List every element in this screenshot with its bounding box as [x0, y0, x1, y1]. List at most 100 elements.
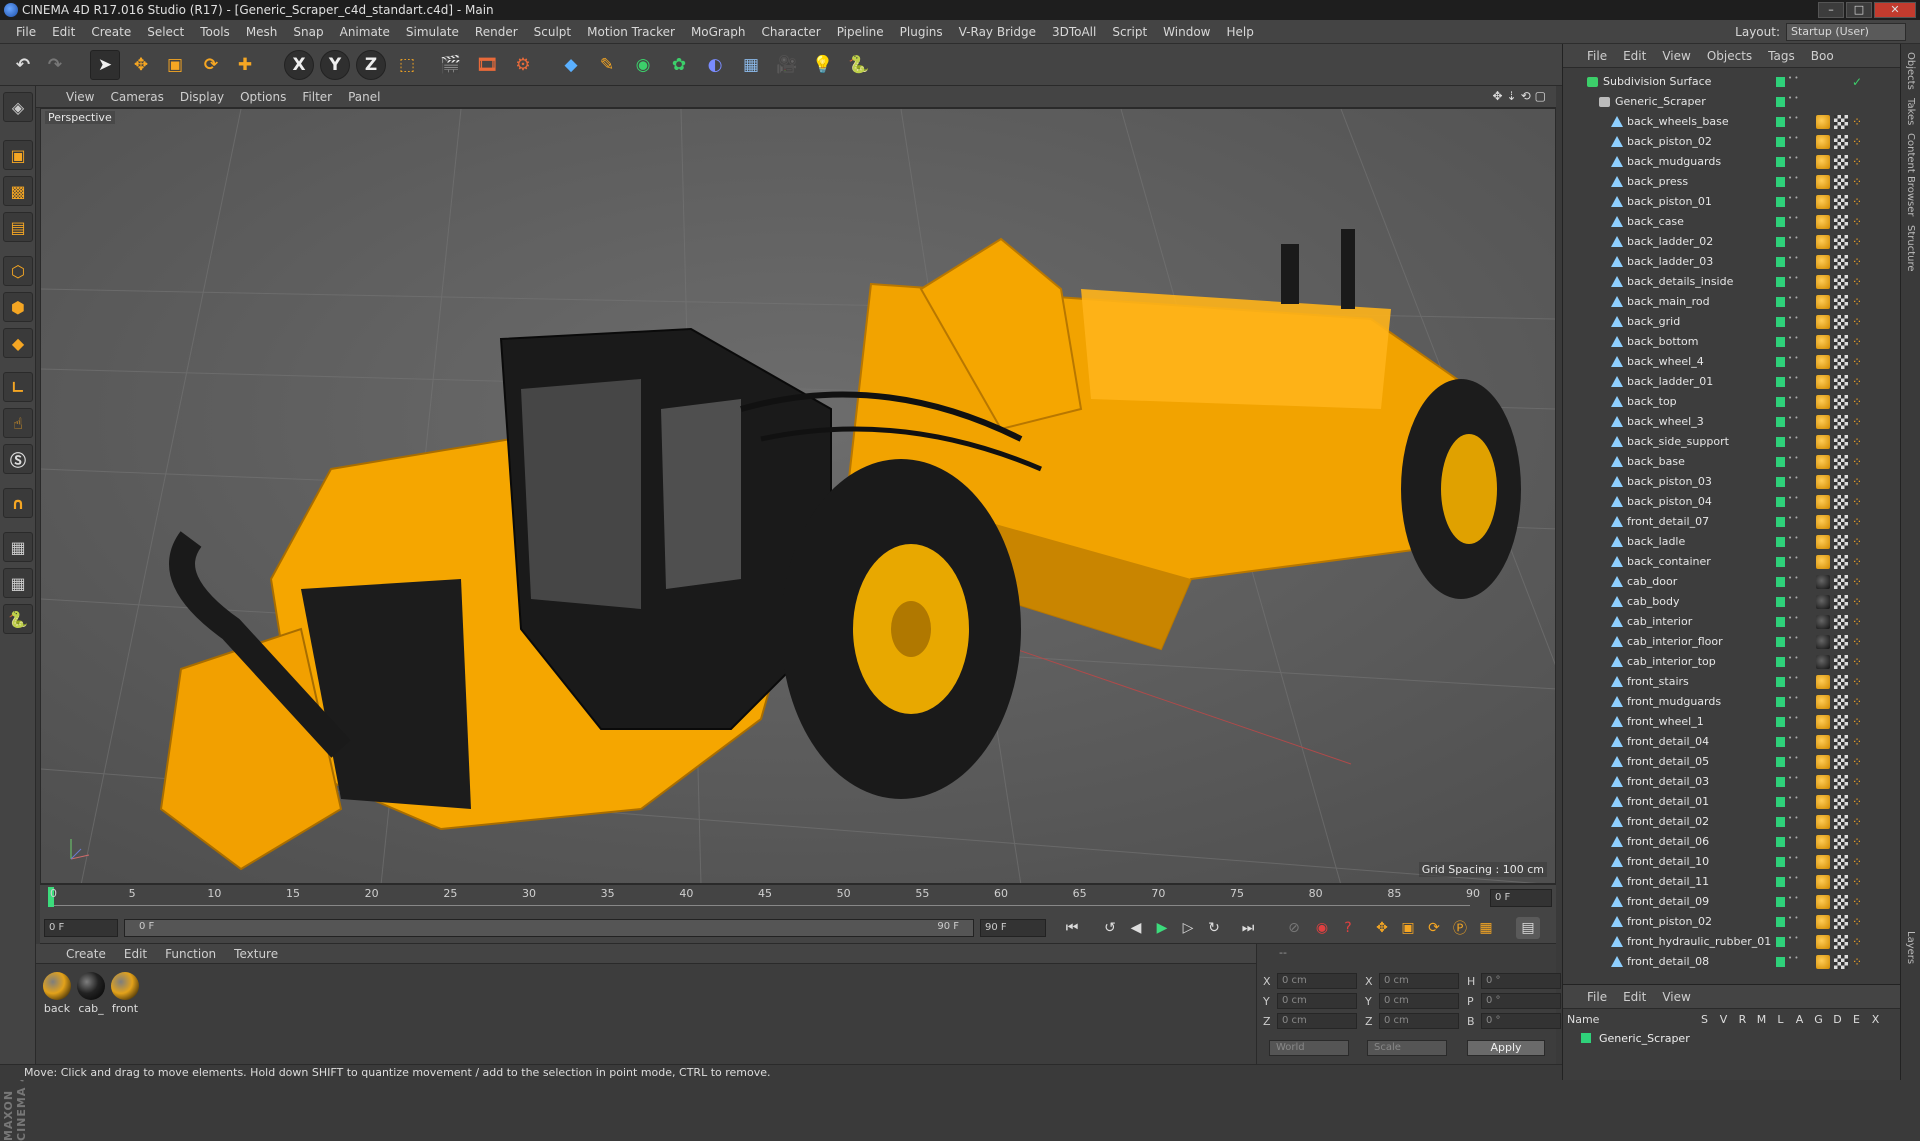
material-tag-icon[interactable]	[1816, 375, 1830, 389]
visibility-toggle-icon[interactable]: • •	[1788, 695, 1798, 702]
material-tag-icon[interactable]	[1816, 555, 1830, 569]
visibility-toggle-icon[interactable]: • •	[1788, 395, 1798, 402]
visibility-toggle-icon[interactable]: • •	[1788, 455, 1798, 462]
object-menu-tags[interactable]: Tags	[1768, 49, 1795, 63]
layer-column-v[interactable]: V	[1714, 1013, 1733, 1026]
object-row[interactable]: front_mudguards • • ⁘	[1563, 692, 1901, 712]
visibility-toggle-icon[interactable]: • •	[1788, 935, 1798, 942]
material-tag-icon[interactable]	[1816, 795, 1830, 809]
phong-tag-icon[interactable]: ⁘	[1852, 495, 1866, 509]
close-button[interactable]: ✕	[1874, 2, 1916, 18]
perspective-viewport[interactable]: Perspective Grid Spacing: 100 cm	[40, 108, 1556, 884]
material-tag-icon[interactable]	[1816, 155, 1830, 169]
material-tag-icon[interactable]	[1816, 735, 1830, 749]
layer-color-swatch[interactable]	[1776, 637, 1785, 647]
uvw-tag-icon[interactable]	[1834, 675, 1848, 689]
enabled-check-icon[interactable]: ✓	[1852, 75, 1866, 89]
visibility-toggle-icon[interactable]: • •	[1788, 295, 1798, 302]
menu-create[interactable]: Create	[83, 25, 139, 39]
object-row[interactable]: front_detail_02 • • ⁘	[1563, 812, 1901, 832]
layer-color-swatch[interactable]	[1776, 717, 1785, 727]
phong-tag-icon[interactable]: ⁘	[1852, 395, 1866, 409]
material-tag-icon[interactable]	[1816, 955, 1830, 969]
select-arrow-icon[interactable]: ➤	[90, 50, 120, 80]
axis-mode-icon[interactable]: ∟	[3, 372, 33, 402]
visibility-toggle-icon[interactable]: • •	[1788, 815, 1798, 822]
timeline-ruler[interactable]: 0 F 0 5 10 15 20 25 30 35 40 45 50 55 60 65 70 75 80 85 90	[40, 884, 1556, 910]
phong-tag-icon[interactable]: ⁘	[1852, 535, 1866, 549]
visibility-toggle-icon[interactable]: • •	[1788, 655, 1798, 662]
menu-script[interactable]: Script	[1104, 25, 1155, 39]
material-tag-icon[interactable]	[1816, 295, 1830, 309]
z-axis-icon[interactable]: Z	[356, 50, 386, 80]
visibility-toggle-icon[interactable]: • •	[1788, 255, 1798, 262]
layer-color-swatch[interactable]	[1776, 257, 1785, 267]
coordinate-system-icon[interactable]: ⬚	[392, 50, 422, 80]
material-menu-create[interactable]: Create	[66, 947, 106, 961]
object-row[interactable]: back_piston_01 • • ⁘	[1563, 192, 1901, 212]
phong-tag-icon[interactable]: ⁘	[1852, 435, 1866, 449]
material-tag-icon[interactable]	[1816, 915, 1830, 929]
phong-tag-icon[interactable]: ⁘	[1852, 475, 1866, 489]
object-row[interactable]: cab_body • • ⁘	[1563, 592, 1901, 612]
visibility-toggle-icon[interactable]: • •	[1788, 575, 1798, 582]
uvw-tag-icon[interactable]	[1834, 915, 1848, 929]
uvw-tag-icon[interactable]	[1834, 135, 1848, 149]
material-tag-icon[interactable]	[1816, 315, 1830, 329]
object-row[interactable]: back_wheels_base • • ⁘	[1563, 112, 1901, 132]
phong-tag-icon[interactable]: ⁘	[1852, 455, 1866, 469]
uvw-tag-icon[interactable]	[1834, 895, 1848, 909]
minimize-button[interactable]: –	[1818, 2, 1844, 18]
phong-tag-icon[interactable]: ⁘	[1852, 875, 1866, 889]
visibility-toggle-icon[interactable]: • •	[1788, 715, 1798, 722]
python-icon[interactable]: 🐍	[844, 50, 874, 80]
uvw-tag-icon[interactable]	[1834, 235, 1848, 249]
viewport-menu-cameras[interactable]: Cameras	[110, 90, 173, 104]
material-tag-icon[interactable]	[1816, 935, 1830, 949]
object-row-root[interactable]: Subdivision Surface • • ✓	[1563, 72, 1901, 92]
uvw-tag-icon[interactable]	[1834, 435, 1848, 449]
apply-button[interactable]: Apply	[1467, 1040, 1545, 1056]
material-tag-icon[interactable]	[1816, 715, 1830, 729]
side-tab-structure[interactable]: Structure	[1905, 225, 1916, 272]
material-tag-icon[interactable]	[1816, 815, 1830, 829]
layer-column-l[interactable]: L	[1771, 1013, 1790, 1026]
workplane-lock-icon[interactable]: ▦	[3, 532, 33, 562]
visibility-toggle-icon[interactable]: • •	[1788, 495, 1798, 502]
phong-tag-icon[interactable]: ⁘	[1852, 915, 1866, 929]
polygons-mode-icon[interactable]: ◆	[3, 328, 33, 358]
menu-edit[interactable]: Edit	[44, 25, 83, 39]
material-tag-icon[interactable]	[1816, 875, 1830, 889]
material-tag-icon[interactable]	[1816, 695, 1830, 709]
object-row[interactable]: front_detail_08 • • ⁘	[1563, 952, 1901, 972]
coord-mode-dropdown[interactable]: Scale	[1367, 1040, 1447, 1056]
layer-color-swatch[interactable]	[1776, 577, 1785, 587]
coord-value-field[interactable]: 0 cm	[1277, 973, 1357, 989]
material-menu-texture[interactable]: Texture	[234, 947, 278, 961]
menu-plugins[interactable]: Plugins	[892, 25, 951, 39]
phong-tag-icon[interactable]: ⁘	[1852, 695, 1866, 709]
uvw-tag-icon[interactable]	[1834, 635, 1848, 649]
deformer-icon[interactable]: ◐	[700, 50, 730, 80]
go-to-end-icon[interactable]: ⏭	[1236, 917, 1260, 939]
side-tab-content-browser[interactable]: Content Browser	[1905, 133, 1916, 216]
viewport-nav-icons[interactable]: ✥⇣⟲▢	[1492, 89, 1550, 103]
edges-mode-icon[interactable]: ⬢	[3, 292, 33, 322]
visibility-toggle-icon[interactable]: • •	[1788, 635, 1798, 642]
visibility-toggle-icon[interactable]: • •	[1788, 835, 1798, 842]
subdivision-icon[interactable]: ◉	[628, 50, 658, 80]
visibility-toggle-icon[interactable]: • •	[1788, 615, 1798, 622]
object-row[interactable]: cab_interior • • ⁘	[1563, 612, 1901, 632]
object-row[interactable]: front_detail_06 • • ⁘	[1563, 832, 1901, 852]
phong-tag-icon[interactable]: ⁘	[1852, 355, 1866, 369]
phong-tag-icon[interactable]: ⁘	[1852, 555, 1866, 569]
layer-color-swatch[interactable]	[1776, 737, 1785, 747]
phong-tag-icon[interactable]: ⁘	[1852, 935, 1866, 949]
material-swatch[interactable]: cab_	[76, 972, 106, 1015]
layer-column-g[interactable]: G	[1809, 1013, 1828, 1026]
visibility-toggle-icon[interactable]: • •	[1788, 735, 1798, 742]
object-row[interactable]: back_ladder_02 • • ⁘	[1563, 232, 1901, 252]
layer-color-swatch[interactable]	[1776, 677, 1785, 687]
object-row-group[interactable]: Generic_Scraper • •	[1563, 92, 1901, 112]
camera-icon[interactable]: 🎥	[772, 50, 802, 80]
